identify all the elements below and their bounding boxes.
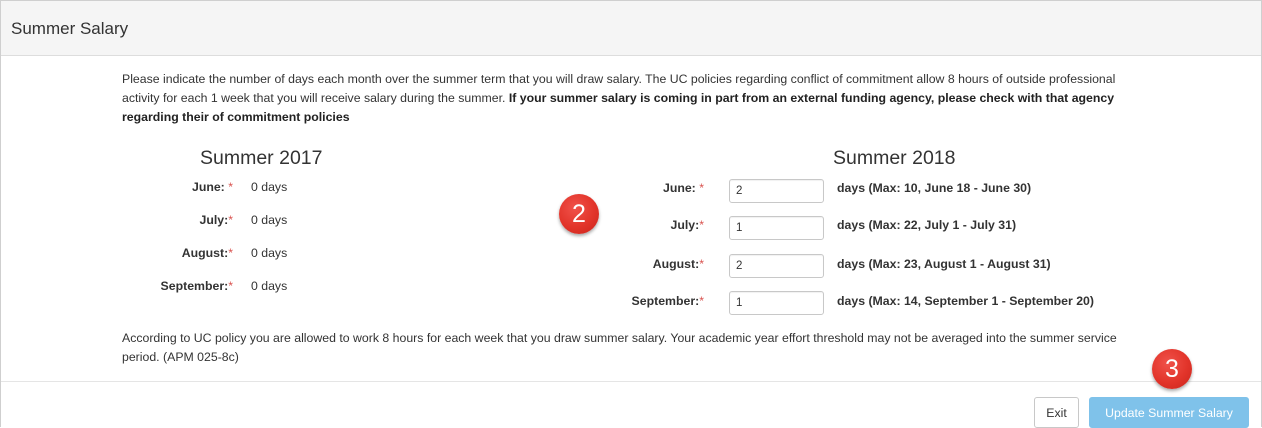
- summer-2018-august-input[interactable]: [729, 254, 824, 278]
- required-marker: *: [228, 180, 233, 194]
- summer-2018-september-input[interactable]: [729, 291, 824, 315]
- summer-2018-title: Summer 2018: [833, 147, 956, 169]
- panel-heading: Summer Salary: [1, 1, 1261, 56]
- required-marker: *: [699, 181, 704, 195]
- summer-2018-july-hint: days (Max: 22, July 1 - July 31): [837, 218, 1017, 232]
- summer-2017-title: Summer 2017: [200, 147, 323, 169]
- summer-2017-july-label: July:*: [200, 213, 234, 227]
- step-3-badge: 3: [1152, 349, 1192, 389]
- summer-2017-june-value: 0 days: [251, 180, 288, 194]
- label-text: June:: [662, 181, 696, 195]
- panel-title: Summer Salary: [11, 19, 129, 38]
- summer-2018-july-input[interactable]: [729, 216, 824, 240]
- summer-2018-august-hint: days (Max: 23, August 1 - August 31): [837, 257, 1051, 271]
- label-text: September:: [160, 279, 229, 293]
- required-marker: *: [228, 279, 233, 293]
- summer-2018-august-label: August:*: [653, 257, 704, 271]
- required-marker: *: [699, 218, 704, 232]
- summer-2018-september-label: September:*: [632, 294, 704, 308]
- required-marker: *: [228, 246, 233, 260]
- panel-footer: Exit Update Summer Salary: [1, 381, 1261, 428]
- step-2-badge: 2: [559, 194, 599, 234]
- required-marker: *: [699, 257, 704, 271]
- label-text: August:: [652, 257, 700, 271]
- label-text: July:: [199, 213, 229, 227]
- label-text: August:: [181, 246, 229, 260]
- summer-2017-september-value: 0 days: [251, 279, 288, 293]
- summer-2018-june-input[interactable]: [729, 179, 824, 203]
- label-text: July:: [670, 218, 700, 232]
- required-marker: *: [228, 213, 233, 227]
- summer-2017-june-label: June: *: [192, 180, 233, 194]
- intro-text: Please indicate the number of days each …: [122, 70, 1152, 127]
- summer-2018-september-hint: days (Max: 14, September 1 - September 2…: [837, 294, 1094, 308]
- summer-2017-august-value: 0 days: [251, 246, 288, 260]
- update-summer-salary-button[interactable]: Update Summer Salary: [1089, 397, 1249, 428]
- summer-2017-september-label: September:*: [161, 279, 233, 293]
- label-text: June:: [191, 180, 225, 194]
- summer-2018-june-label: June: *: [663, 181, 704, 195]
- summer-2017-july-value: 0 days: [251, 213, 288, 227]
- summer-salary-panel: Summer Salary Please indicate the number…: [0, 0, 1262, 428]
- required-marker: *: [699, 294, 704, 308]
- summer-2018-june-hint: days (Max: 10, June 18 - June 30): [837, 181, 1032, 195]
- exit-button[interactable]: Exit: [1034, 397, 1079, 428]
- label-text: September:: [631, 294, 700, 308]
- policy-text: According to UC policy you are allowed t…: [122, 331, 1117, 364]
- summer-2018-july-label: July:*: [671, 218, 705, 232]
- summer-2017-august-label: August:*: [182, 246, 233, 260]
